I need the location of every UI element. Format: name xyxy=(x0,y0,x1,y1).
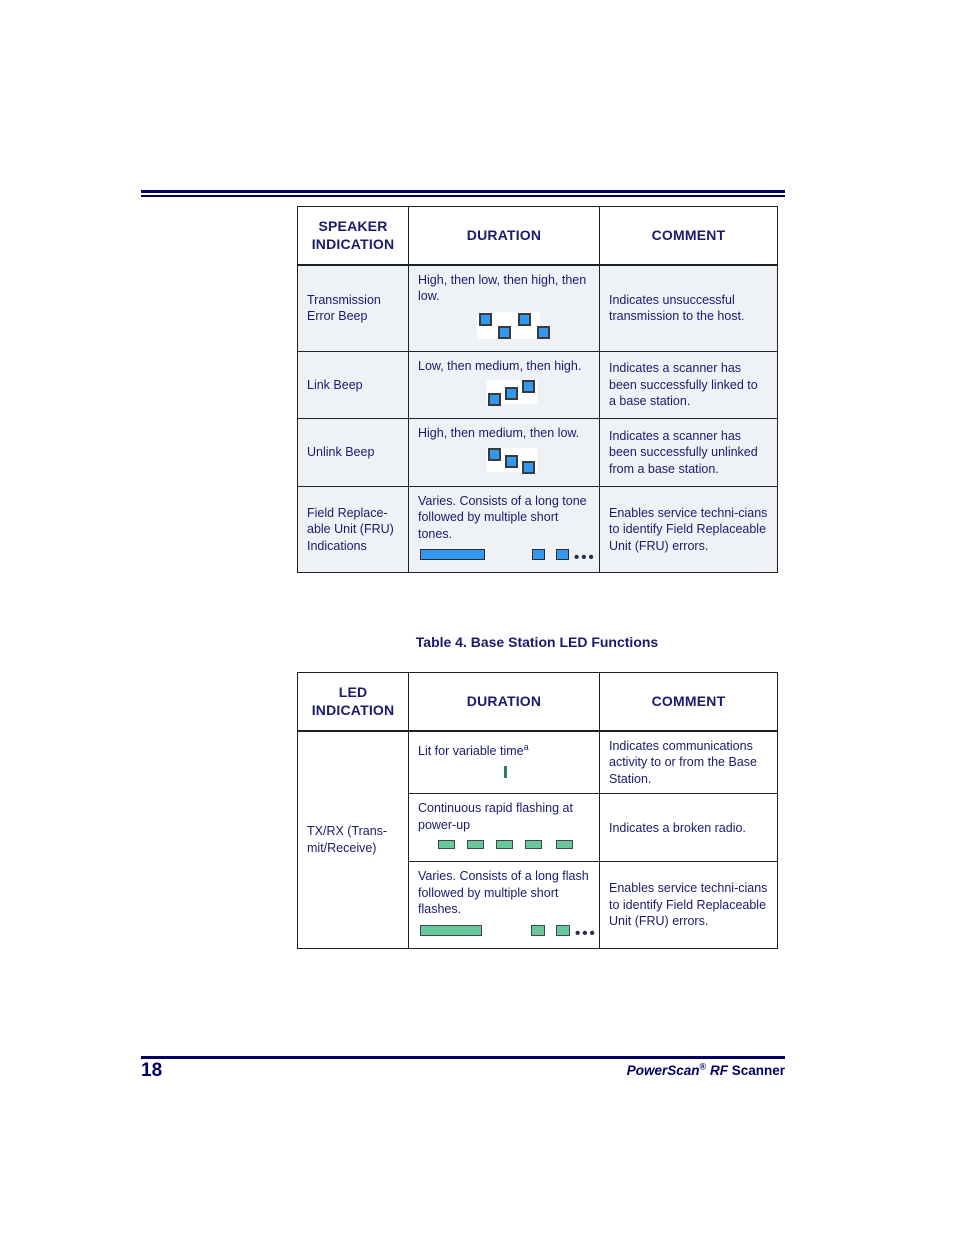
beep-long-tone-bar xyxy=(420,549,485,561)
beep-marker-high xyxy=(488,447,501,461)
cell-indication: Transmission Error Beep xyxy=(297,264,409,352)
led-diagram-rapid-flash xyxy=(418,838,590,854)
led-long-flash-bar xyxy=(420,924,482,936)
beep-short-tone-1 xyxy=(532,549,545,561)
beep-marker-high-1 xyxy=(479,312,492,326)
header-rule-thin xyxy=(141,195,785,197)
duration-text: Low, then medium, then high. xyxy=(418,358,582,373)
beep-marker-low xyxy=(522,460,535,474)
led-flash-2 xyxy=(467,840,484,850)
beep-short-tone-2 xyxy=(556,549,569,561)
beep-marker-medium xyxy=(505,387,518,401)
caption-separator: . xyxy=(462,634,471,650)
header-duration: DURATION xyxy=(408,205,600,266)
led-diagram-lit-variable xyxy=(418,765,590,781)
cell-duration: Varies. Consists of a long tone followed… xyxy=(408,485,600,574)
header-led-indication: LED INDICATION xyxy=(297,671,409,732)
cell-comment: Enables service techni-cians to identify… xyxy=(599,861,778,949)
header-led-line1: LED xyxy=(338,684,368,700)
header-comment: COMMENT xyxy=(599,205,778,266)
footer-product-line: PowerScan® RF Scanner xyxy=(626,1061,785,1078)
footer-scanner-label: Scanner xyxy=(731,1063,785,1078)
footer-rf-label: RF xyxy=(709,1063,728,1078)
cell-duration: Low, then medium, then high. xyxy=(408,350,600,420)
cell-comment: Indicates a scanner has been successfull… xyxy=(599,350,778,420)
led-flash-1 xyxy=(438,840,455,850)
cell-duration: Lit for variable timea xyxy=(408,730,600,795)
footer-product-name: PowerScan xyxy=(626,1063,700,1078)
beep-diagram-transmission-error xyxy=(418,310,590,344)
header-speaker-indication: SPEAKER INDICATION xyxy=(297,205,409,266)
cell-comment: Indicates a scanner has been successfull… xyxy=(599,418,778,487)
led-short-flash-2 xyxy=(556,924,570,936)
cell-comment: Indicates communications activity to or … xyxy=(599,730,778,795)
cell-indication: Unlink Beep xyxy=(297,418,409,487)
led-flash-5 xyxy=(556,840,573,850)
table-header-row: SPEAKER INDICATION DURATION COMMENT xyxy=(297,205,778,266)
cell-comment: Enables service techni-cians to identify… xyxy=(599,485,778,574)
cell-duration: High, then medium, then low. xyxy=(408,418,600,487)
cell-duration: High, then low, then high, then low. xyxy=(408,264,600,352)
cell-duration: Varies. Consists of a long flash followe… xyxy=(408,861,600,949)
cell-indication: Link Beep xyxy=(297,350,409,420)
duration-text: Varies. Consists of a long flash followe… xyxy=(418,869,589,917)
beep-marker-low-1 xyxy=(498,325,511,339)
table-row: Unlink Beep High, then medium, then low.… xyxy=(297,418,778,487)
duration-text: Varies. Consists of a long tone followed… xyxy=(418,493,587,541)
beep-marker-high xyxy=(522,380,535,394)
cell-led-indication-txrx: TX/RX (Trans- mit/Receive) xyxy=(297,730,409,949)
caption-title: Base Station LED Functions xyxy=(470,634,659,650)
table-row: Link Beep Low, then medium, then high. I… xyxy=(297,350,778,420)
beep-diagram-fru: ••• xyxy=(418,547,594,565)
table-header-row: LED INDICATION DURATION COMMENT xyxy=(297,671,778,732)
header-comment: COMMENT xyxy=(599,671,778,732)
led-short-flash-1 xyxy=(531,924,545,936)
beep-diagram-link xyxy=(418,379,590,411)
table-caption: Table 4. Base Station LED Functions xyxy=(297,634,777,650)
led-functions-table: LED INDICATION DURATION COMMENT TX/RX (T… xyxy=(297,671,778,949)
header-duration: DURATION xyxy=(408,671,600,732)
beep-marker-high-2 xyxy=(518,312,531,326)
cell-indication: Field Replace- able Unit (FRU) Indicatio… xyxy=(297,485,409,574)
table-row: Field Replace- able Unit (FRU) Indicatio… xyxy=(297,485,778,574)
header-rule-thick xyxy=(141,190,785,193)
caption-label: Table 4 xyxy=(415,634,463,650)
footer-rule xyxy=(141,1056,785,1059)
speaker-indication-table: SPEAKER INDICATION DURATION COMMENT Tran… xyxy=(297,205,778,574)
duration-text: Lit for variable timea xyxy=(418,743,590,760)
beep-marker-low-2 xyxy=(537,325,550,339)
beep-ellipsis: ••• xyxy=(574,549,596,567)
page-number: 18 xyxy=(141,1060,163,1081)
duration-text: Continuous rapid flashing at power-up xyxy=(418,801,573,832)
beep-diagram-unlink xyxy=(418,447,590,479)
table-row: Transmission Error Beep High, then low, … xyxy=(297,264,778,352)
registered-trademark-icon: ® xyxy=(699,1061,707,1072)
led-flash-3 xyxy=(496,840,513,850)
header-speaker-line2: INDICATION xyxy=(311,236,395,253)
duration-text: High, then low, then high, then low. xyxy=(418,272,587,304)
duration-label: Lit for variable time xyxy=(418,744,524,759)
cell-comment: Indicates a broken radio. xyxy=(599,793,778,863)
document-page: SPEAKER INDICATION DURATION COMMENT Tran… xyxy=(0,0,954,1235)
table-row: TX/RX (Trans- mit/Receive) Lit for varia… xyxy=(297,730,778,949)
led-flash-4 xyxy=(525,840,542,850)
cell-duration: Continuous rapid flashing at power-up xyxy=(408,793,600,863)
footnote-marker-a: a xyxy=(523,742,529,753)
led-ellipsis: ••• xyxy=(575,924,597,942)
beep-marker-medium xyxy=(505,454,518,468)
cell-comment: Indicates unsuccessful transmission to t… xyxy=(599,264,778,352)
header-rule xyxy=(141,190,785,198)
led-tick-marker xyxy=(504,765,507,778)
led-diagram-fru: ••• xyxy=(418,923,595,941)
beep-marker-low xyxy=(488,393,501,407)
duration-text: High, then medium, then low. xyxy=(418,426,580,441)
header-led-line2: INDICATION xyxy=(311,702,395,719)
header-speaker-line1: SPEAKER xyxy=(318,218,388,234)
